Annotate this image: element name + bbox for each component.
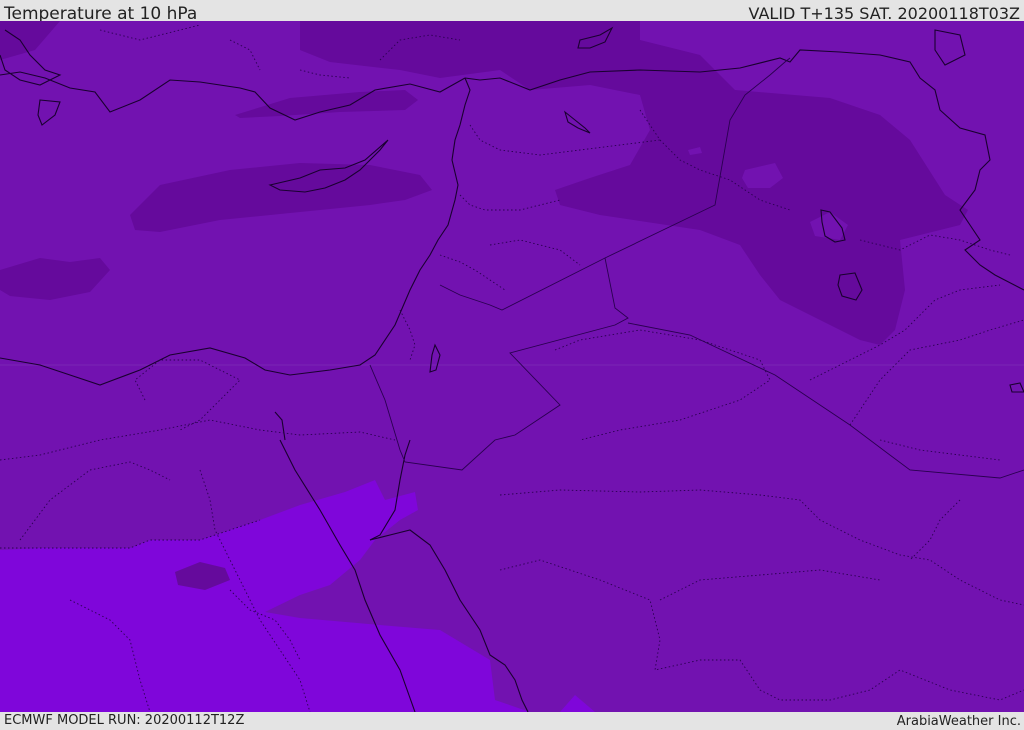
- header-bar: Temperature at 10 hPa VALID T+135 SAT. 2…: [0, 0, 1024, 24]
- footer-bar: ECMWF MODEL RUN: 20200112T12Z ArabiaWeat…: [0, 712, 1024, 729]
- brand-label: ArabiaWeather Inc.: [896, 714, 1021, 729]
- map-canvas: [0, 21, 1024, 712]
- weather-map[interactable]: [0, 21, 1024, 712]
- model-run-label: ECMWF MODEL RUN: 20200112T12Z: [4, 713, 245, 728]
